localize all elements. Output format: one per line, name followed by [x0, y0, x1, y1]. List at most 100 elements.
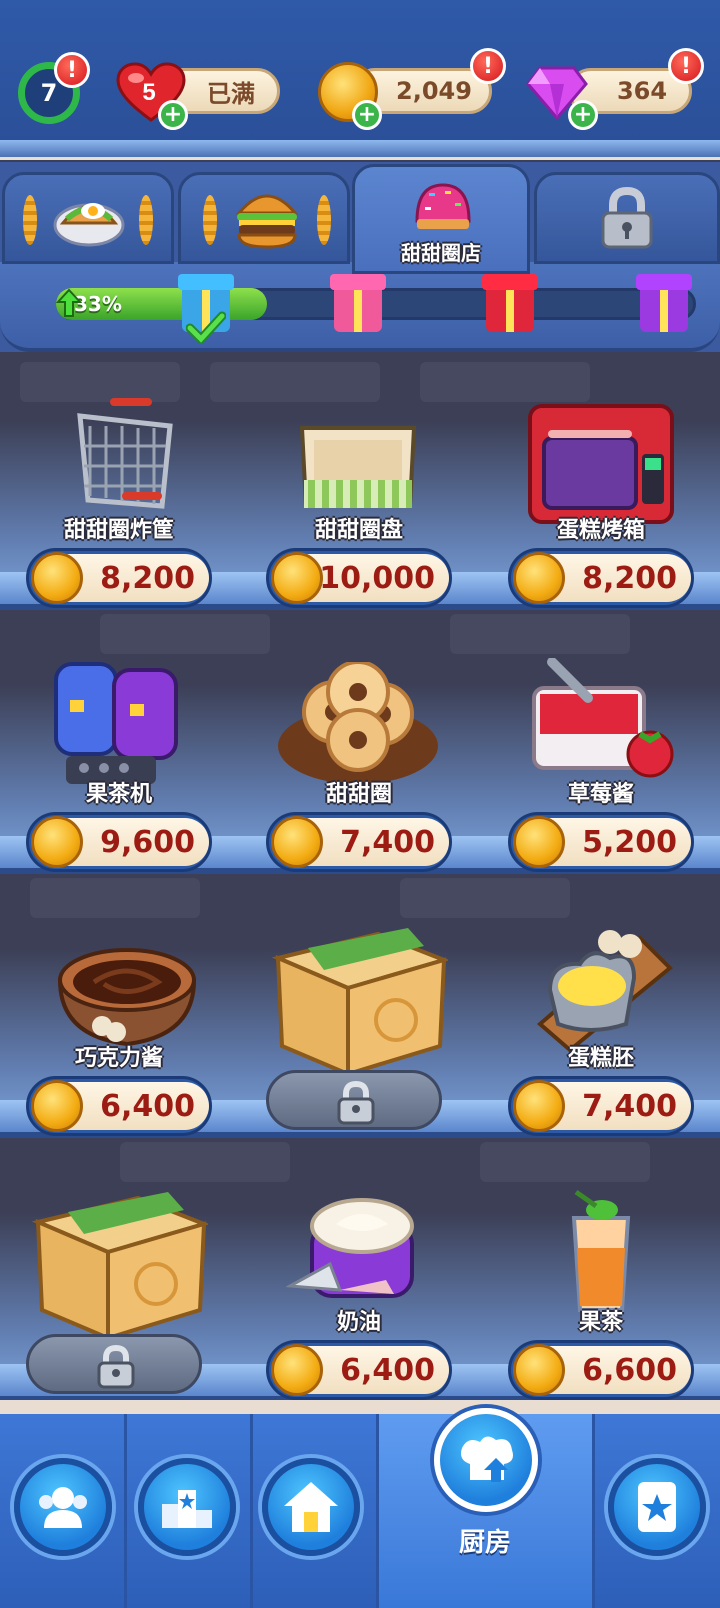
brick	[400, 878, 570, 918]
brick	[30, 878, 200, 918]
item-name: 巧克力酱	[74, 1046, 163, 1071]
level-up-arrow-icon	[56, 288, 82, 317]
brick	[100, 614, 270, 654]
top-rim	[0, 140, 720, 160]
item-name: 甜甜圈盘	[314, 518, 403, 543]
add-gems-button[interactable]: +	[568, 100, 598, 130]
lives-count: 5	[142, 79, 155, 106]
nav-home-button[interactable]	[262, 1458, 360, 1556]
buy-button[interactable]: 6,400	[266, 1340, 452, 1400]
buy-button[interactable]: 5,200	[508, 812, 694, 872]
coins-alert-icon: !	[470, 48, 506, 84]
chocolate-sauce-icon	[57, 948, 197, 1047]
tab-donut-label: 甜甜圈店	[401, 241, 481, 265]
buy-button[interactable]: 6,600	[508, 1340, 694, 1400]
wheat-icon	[139, 195, 153, 245]
resource-bar: 7 ! 已满 5 + 2,049 + ! 364 + !	[0, 0, 720, 160]
brick	[450, 614, 630, 654]
home-icon	[284, 1482, 338, 1532]
item-price: 8,200	[582, 560, 677, 596]
item-name: 果茶机	[85, 782, 152, 807]
bottom-rim	[0, 1400, 720, 1414]
item-price: 9,600	[100, 824, 195, 860]
lock-icon	[601, 187, 653, 249]
leaderboard-icon	[162, 1490, 212, 1528]
sandwich-icon	[53, 203, 125, 247]
gems-alert-icon: !	[668, 48, 704, 84]
item-name: 蛋糕烤箱	[556, 518, 645, 543]
mystery-box-icon	[271, 928, 448, 1078]
item-price: 6,400	[340, 1352, 435, 1388]
buy-button[interactable]: 8,200	[508, 548, 694, 608]
level-alert-icon: !	[54, 52, 90, 88]
locked-button[interactable]	[26, 1334, 202, 1394]
coin-icon	[513, 816, 565, 868]
mystery-box-icon	[31, 1192, 208, 1342]
coin-icon	[513, 552, 565, 604]
nav-divider	[124, 1414, 127, 1608]
nav-friends-button[interactable]	[14, 1458, 112, 1556]
nav-divider	[250, 1414, 253, 1608]
tab-locked[interactable]	[534, 172, 720, 264]
nav-cards-button[interactable]	[608, 1458, 706, 1556]
nav-leaderboard-button[interactable]	[138, 1458, 236, 1556]
donut-tray-icon	[299, 426, 417, 508]
tab-burger[interactable]	[178, 172, 350, 264]
burger-icon	[235, 194, 299, 249]
coin-icon	[513, 1080, 565, 1132]
item-price: 5,200	[582, 824, 677, 860]
buy-button[interactable]: 6,400	[26, 1076, 212, 1136]
coins-count: 2,049	[396, 77, 472, 105]
lock-icon	[97, 1345, 135, 1389]
item-name: 蛋糕胚	[567, 1046, 634, 1071]
brick	[120, 1142, 290, 1182]
add-lives-button[interactable]: +	[158, 100, 188, 130]
coin-icon	[31, 1080, 83, 1132]
buy-button[interactable]: 7,400	[266, 812, 452, 872]
fryer-basket-icon	[77, 398, 173, 509]
nav-kitchen-label: 厨房	[458, 1528, 511, 1558]
strawberry-jam-icon	[532, 658, 674, 778]
brick	[480, 1142, 650, 1182]
item-name: 甜甜圈	[325, 782, 392, 807]
lock-icon	[337, 1081, 375, 1125]
game-screen: 7 ! 已满 5 + 2,049 + ! 364 + ! 甜甜圈店 33% 甜甜…	[0, 0, 720, 1608]
buy-button[interactable]: 8,200	[26, 548, 212, 608]
fruit-tea-icon	[571, 1189, 631, 1312]
checkmark-icon	[186, 311, 226, 344]
tab-donut-shop[interactable]: 甜甜圈店	[352, 164, 530, 274]
item-name: 草莓酱	[567, 782, 634, 807]
add-coins-button[interactable]: +	[352, 100, 382, 130]
coin-icon	[271, 816, 323, 868]
wheat-icon	[23, 195, 37, 245]
item-price: 6,600	[582, 1352, 677, 1388]
friends-icon	[39, 1487, 87, 1528]
buy-button[interactable]: 10,000	[266, 548, 452, 608]
tab-sandwich[interactable]	[2, 172, 174, 264]
item-price: 7,400	[582, 1088, 677, 1124]
card-collection-icon	[638, 1482, 676, 1532]
coin-icon	[513, 1344, 565, 1396]
coin-icon	[271, 1344, 323, 1396]
buy-button[interactable]: 9,600	[26, 812, 212, 872]
wheat-icon	[203, 195, 217, 245]
coin-icon	[271, 552, 323, 604]
gift-reward-2-icon[interactable]	[334, 284, 382, 332]
gift-reward-4-icon[interactable]	[640, 284, 688, 332]
fruit-tea-machine-icon	[54, 662, 178, 784]
donut-icon	[415, 183, 471, 229]
brick	[210, 362, 380, 402]
item-price: 7,400	[340, 824, 435, 860]
nav-kitchen-button[interactable]	[434, 1408, 538, 1512]
item-name: 甜甜圈炸筐	[63, 518, 174, 543]
donut-stack-icon	[278, 662, 438, 784]
gift-reward-3-icon[interactable]	[486, 284, 534, 332]
buy-button[interactable]: 7,400	[508, 1076, 694, 1136]
item-price: 8,200	[100, 560, 195, 596]
locked-button[interactable]	[266, 1070, 442, 1130]
nav-divider	[592, 1414, 595, 1608]
level-number: 7	[40, 79, 58, 107]
coin-icon	[31, 816, 83, 868]
wheat-icon	[317, 195, 331, 245]
item-name: 奶油	[336, 1310, 381, 1335]
